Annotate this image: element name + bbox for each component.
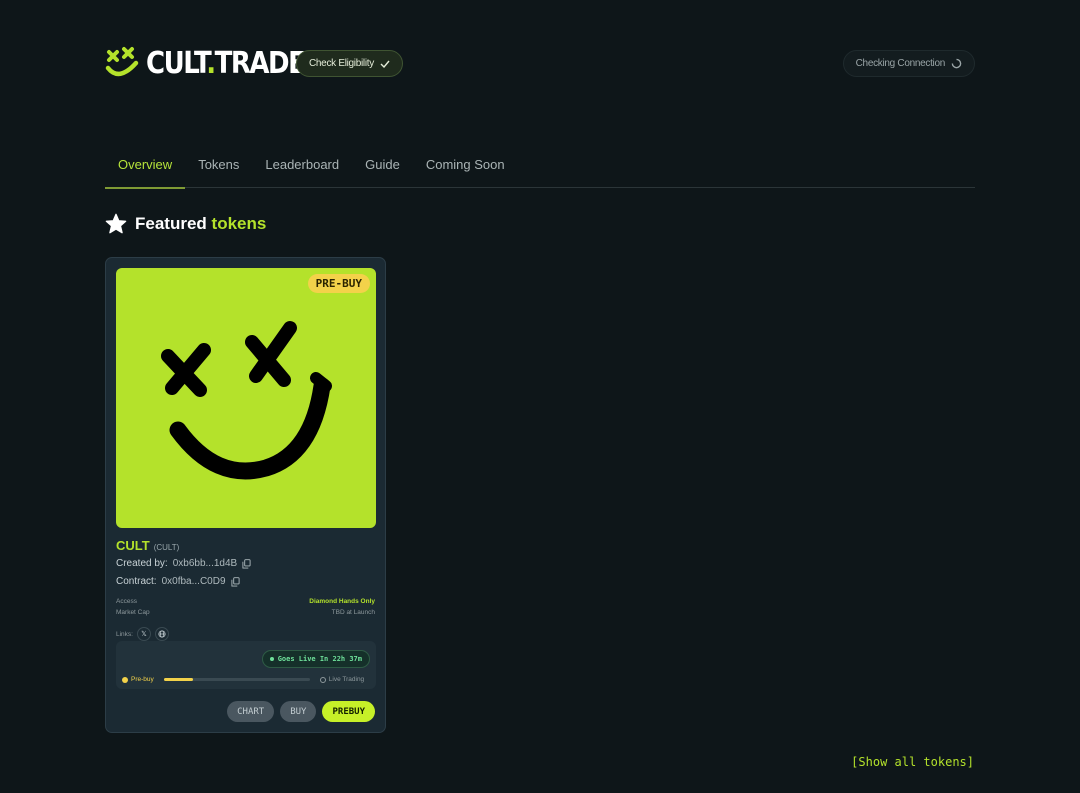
market-cap-row: Market Cap TBD at Launch	[116, 609, 375, 616]
contract-row: Contract: 0x0fba...C0D9	[116, 576, 240, 587]
check-eligibility-button[interactable]: Check Eligibility	[296, 50, 403, 77]
created-by-row: Created by: 0xb6bb...1d4B	[116, 558, 251, 569]
live-countdown-badge: Goes Live In 22h 37m	[261, 650, 370, 668]
token-name[interactable]: CULT	[116, 538, 150, 553]
live-dot-icon	[269, 657, 274, 661]
header: CULT.TRADE Check Eligibility Checking Co…	[105, 45, 975, 85]
prebuy-button[interactable]: PREBUY	[322, 701, 375, 722]
token-image[interactable]: PRE-BUY	[116, 268, 376, 528]
token-card[interactable]: PRE-BUY CULT (CULT) Created by: 0xb6bb..…	[105, 257, 386, 733]
smiley-logo-icon	[105, 47, 139, 77]
created-by-label: Created by:	[116, 558, 168, 569]
tab-guide[interactable]: Guide	[352, 140, 413, 188]
spinner-icon	[951, 58, 962, 69]
launch-progress-panel: Goes Live In 22h 37m Pre-buy Live Tradin…	[116, 641, 376, 689]
globe-icon[interactable]	[154, 627, 169, 641]
chart-button[interactable]: CHART	[227, 701, 275, 722]
checkmark-icon	[380, 60, 390, 68]
tab-coming-soon[interactable]: Coming Soon	[413, 140, 518, 188]
prebuy-dot-icon	[122, 676, 128, 683]
token-title: CULT (CULT)	[116, 538, 179, 553]
featured-heading: Featured tokens	[105, 213, 266, 235]
stage-live-trading: Live Trading	[319, 676, 365, 683]
tab-overview[interactable]: Overview	[105, 140, 186, 189]
links-row: Links: 𝕏	[116, 627, 169, 641]
access-value: Diamond Hands Only	[309, 598, 375, 605]
connection-status-label: Checking Connection	[855, 58, 946, 69]
progress-bar	[163, 678, 310, 681]
prebuy-badge: PRE-BUY	[307, 274, 370, 293]
contract-label: Contract:	[116, 576, 157, 587]
buy-button[interactable]: BUY	[280, 701, 317, 722]
connection-status-button[interactable]: Checking Connection	[842, 50, 975, 77]
live-trading-dot-icon	[319, 676, 326, 683]
access-label: Access	[116, 598, 137, 605]
market-cap-label: Market Cap	[116, 609, 150, 616]
copy-icon[interactable]	[230, 576, 240, 587]
featured-title: Featured tokens	[135, 214, 267, 233]
stage-live-label: Live Trading	[328, 676, 365, 683]
token-ticker: (CULT)	[153, 543, 180, 552]
logo[interactable]: CULT.TRADE	[105, 45, 306, 83]
logo-text: CULT.TRADE	[146, 46, 306, 82]
stage-prebuy: Pre-buy	[122, 676, 154, 683]
x-twitter-icon[interactable]: 𝕏	[136, 627, 151, 641]
show-all-tokens-link[interactable]: [Show all tokens]	[851, 755, 974, 769]
card-actions: CHART BUY PREBUY	[227, 701, 375, 722]
main-nav: Overview Tokens Leaderboard Guide Coming…	[105, 140, 975, 189]
copy-icon[interactable]	[242, 558, 251, 569]
contract-address[interactable]: 0x0fba...C0D9	[162, 576, 226, 587]
cult-smiley-image	[161, 321, 332, 480]
stage-prebuy-label: Pre-buy	[131, 676, 154, 683]
links-label: Links:	[116, 630, 133, 638]
tab-tokens[interactable]: Tokens	[185, 140, 252, 188]
check-eligibility-label: Check Eligibility	[309, 58, 374, 69]
progress-bar-fill	[163, 678, 193, 681]
created-by-address[interactable]: 0xb6bb...1d4B	[173, 558, 238, 569]
live-countdown-text: Goes Live In 22h 37m	[277, 655, 362, 663]
star-icon	[105, 213, 127, 234]
stage-row: Pre-buy Live Trading	[122, 676, 370, 683]
tab-leaderboard[interactable]: Leaderboard	[252, 140, 352, 188]
access-row: Access Diamond Hands Only	[116, 598, 375, 605]
market-cap-value: TBD at Launch	[331, 609, 375, 616]
